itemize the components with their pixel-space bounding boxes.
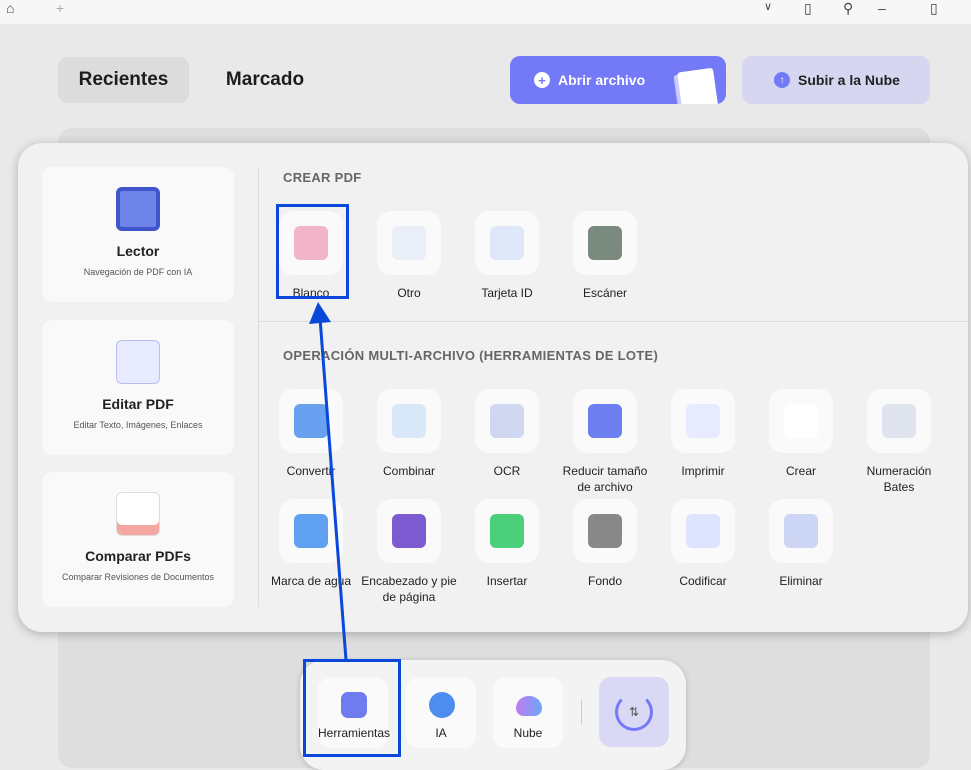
annotation-arrow: [309, 302, 348, 661]
